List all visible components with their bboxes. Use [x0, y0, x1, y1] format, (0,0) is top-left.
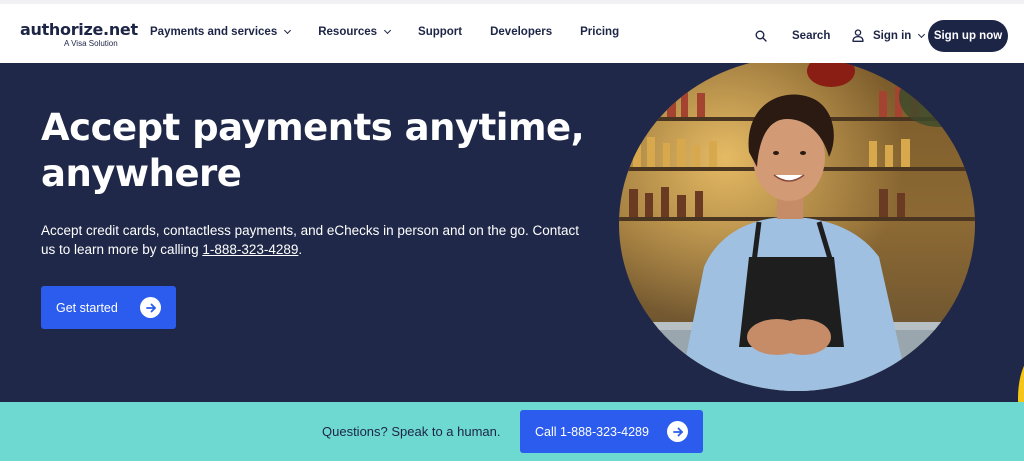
search-icon[interactable]: [755, 30, 767, 42]
nav-label: Support: [418, 26, 463, 38]
decorative-accent: [1018, 353, 1024, 402]
chevron-down-icon: [383, 26, 392, 35]
sign-in-menu[interactable]: Sign in: [873, 30, 926, 42]
get-started-button[interactable]: Get started: [41, 286, 176, 329]
user-icon: [852, 29, 864, 42]
sign-up-now-button[interactable]: Sign up now: [928, 20, 1008, 52]
chevron-down-icon: [284, 26, 292, 35]
search-link[interactable]: Search: [792, 30, 830, 42]
nav-label: Resources: [318, 26, 378, 38]
nav-payments-and-services[interactable]: Payments and services: [150, 26, 292, 38]
hero-section: Accept payments anytime, anywhere Accept…: [0, 63, 1024, 402]
logo-tagline: A Visa Solution: [64, 39, 118, 48]
hero-subtitle-end: .: [298, 242, 303, 257]
nav-label: Pricing: [580, 26, 620, 38]
hero-title: Accept payments anytime, anywhere: [41, 106, 585, 195]
call-button[interactable]: Call 1-888-323-4289: [520, 410, 703, 453]
contact-banner: Questions? Speak to a human. Call 1-888-…: [0, 402, 1024, 461]
nav-resources[interactable]: Resources: [318, 26, 392, 38]
get-started-label: Get started: [56, 300, 118, 315]
main-nav: Payments and services Resources Support …: [150, 26, 647, 38]
arrow-right-icon: [667, 421, 688, 442]
nav-support[interactable]: Support: [418, 26, 462, 38]
nav-label: Payments and services: [150, 26, 278, 38]
banner-text: Questions? Speak to a human.: [322, 424, 501, 439]
arrow-right-icon: [140, 297, 161, 318]
call-label: Call 1-888-323-4289: [535, 424, 649, 439]
logo-wordmark: authorize.net: [20, 20, 138, 39]
hero-subtitle: Accept credit cards, contactless payment…: [41, 221, 581, 259]
phone-link[interactable]: 1-888-323-4289: [202, 242, 298, 257]
top-navigation: authorize.net A Visa Solution Payments a…: [0, 0, 1024, 63]
authorize-net-logo[interactable]: authorize.net A Visa Solution: [20, 20, 138, 51]
nav-label: Developers: [490, 26, 553, 38]
nav-pricing[interactable]: Pricing: [580, 26, 619, 38]
hero-subtitle-text: Accept credit cards, contactless payment…: [41, 223, 580, 257]
nav-developers[interactable]: Developers: [490, 26, 552, 38]
sign-in-label: Sign in: [873, 30, 912, 42]
merchant-photo: [619, 63, 975, 391]
chevron-down-icon: [918, 30, 926, 39]
